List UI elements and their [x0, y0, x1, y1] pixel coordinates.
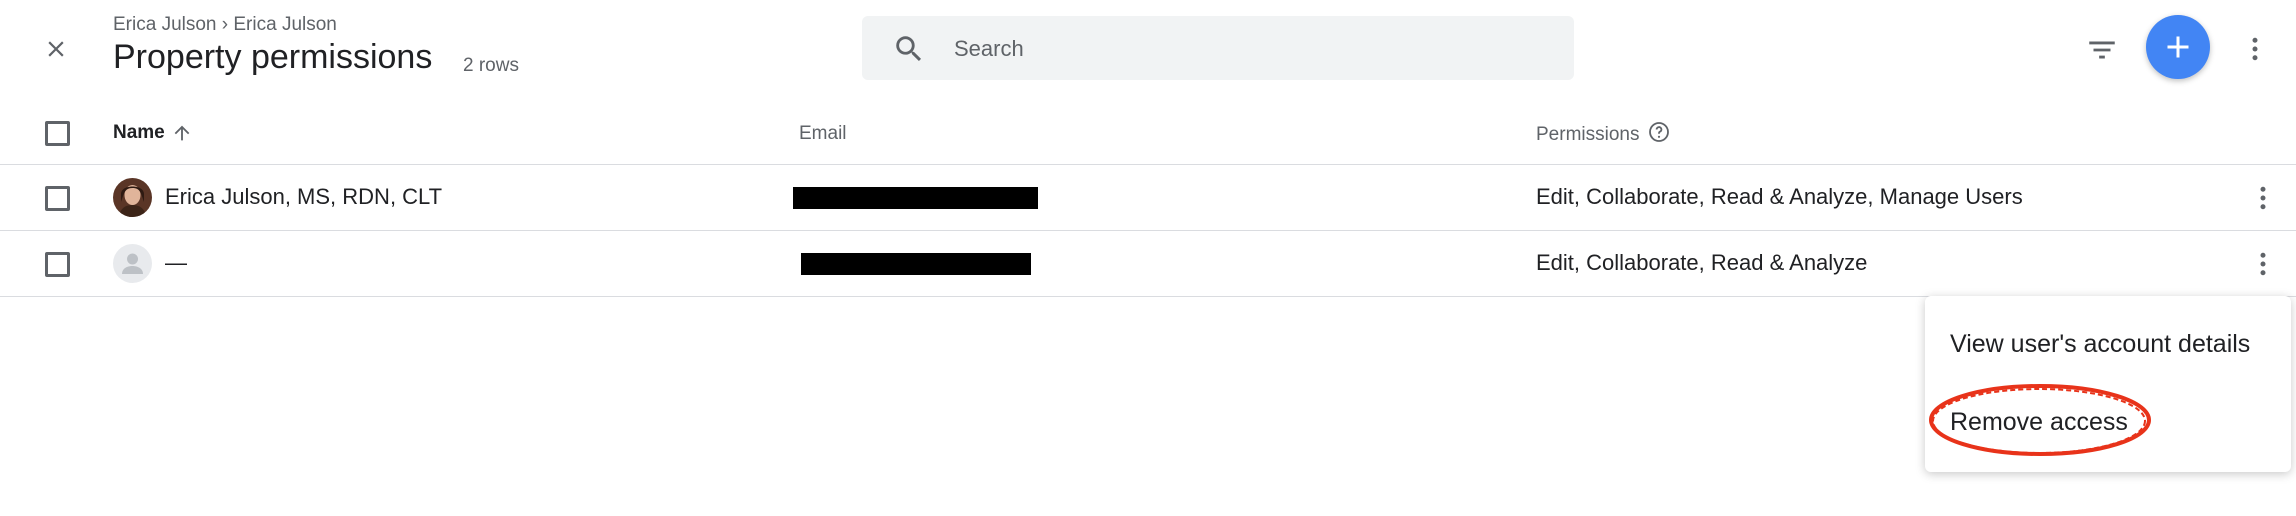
user-permissions: Edit, Collaborate, Read & Analyze, Manag… [1536, 184, 2023, 209]
user-name: Erica Julson, MS, RDN, CLT [165, 184, 443, 209]
row-checkbox[interactable] [45, 252, 70, 277]
row-count: 2 rows [463, 55, 519, 76]
person-icon [122, 253, 143, 274]
page-title: Property permissions [113, 38, 433, 76]
search-box[interactable] [862, 16, 1574, 82]
column-label-permissions: Permissions [1536, 124, 1640, 145]
row-more-button[interactable] [2248, 241, 2278, 287]
more-vert-icon [2252, 37, 2258, 61]
arrow-up-icon [174, 125, 190, 141]
column-header-permissions: Permissions [1536, 120, 1671, 145]
more-vert-icon [2260, 252, 2266, 276]
column-label-name: Name [113, 122, 165, 143]
close-button[interactable] [26, 26, 86, 72]
highlight-ring-annotation [1929, 384, 2151, 456]
help-circle-icon[interactable] [1647, 120, 1671, 144]
avatar [113, 178, 152, 217]
search-icon [896, 36, 922, 62]
filter-icon [2089, 41, 2115, 59]
close-icon [48, 41, 64, 57]
column-header-name[interactable]: Name [113, 122, 193, 144]
more-vert-icon [2260, 186, 2266, 210]
search-input[interactable] [952, 16, 1546, 82]
table-header-row: Name Email Permissions [0, 100, 2296, 165]
user-permissions: Edit, Collaborate, Read & Analyze [1536, 250, 1868, 275]
menu-item-label: View user's account details [1950, 330, 2251, 358]
more-options-button[interactable] [2240, 26, 2270, 72]
add-icon [2167, 36, 2189, 58]
filter-button[interactable] [2078, 27, 2126, 73]
add-user-button[interactable] [2146, 15, 2210, 79]
avatar [113, 244, 152, 283]
email-redacted [801, 253, 1031, 275]
table-row[interactable]: — Edit, Collaborate, Read & Analyze [0, 231, 2296, 297]
email-redacted [793, 187, 1038, 209]
breadcrumb: Erica Julson › Erica Julson [113, 14, 337, 35]
row-more-button[interactable] [2248, 175, 2278, 221]
user-name: — [165, 250, 187, 275]
menu-item-view-account-details[interactable]: View user's account details [1925, 308, 2291, 380]
column-label-email: Email [799, 123, 847, 144]
row-checkbox[interactable] [45, 186, 70, 211]
select-all-checkbox[interactable] [45, 121, 70, 146]
table-row[interactable]: Erica Julson, MS, RDN, CLT Edit, Collabo… [0, 165, 2296, 231]
